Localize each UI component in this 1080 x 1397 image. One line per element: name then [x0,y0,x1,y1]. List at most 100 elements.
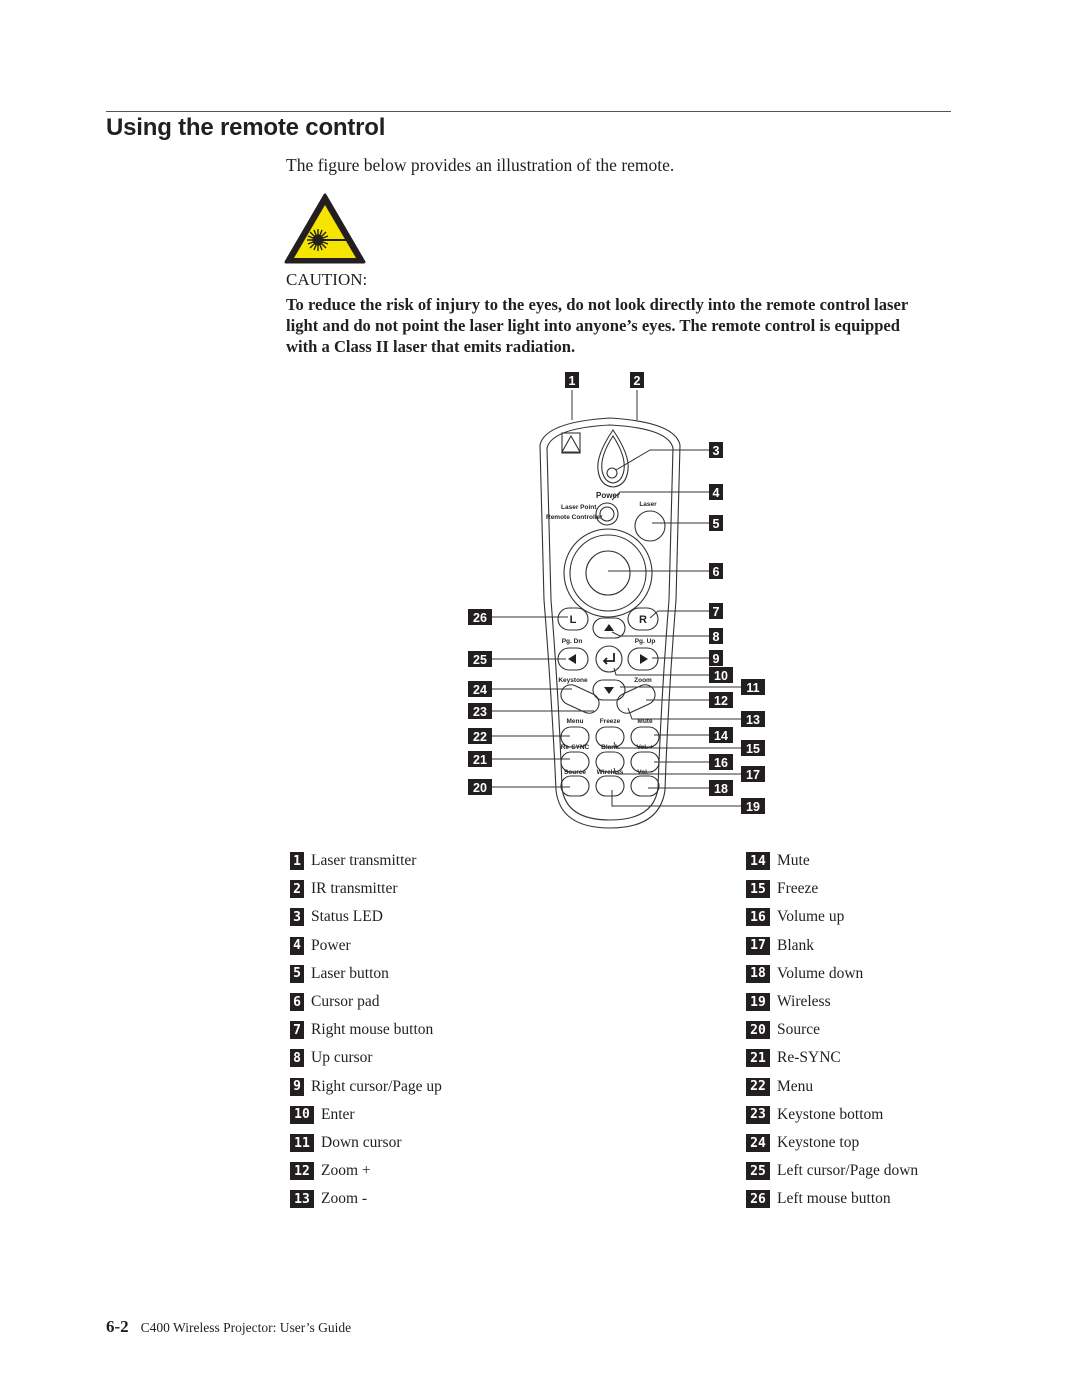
legend-label: Mute [777,852,810,869]
callout-number: 24 [473,683,487,697]
legend-number-badge: 3 [290,908,304,927]
legend-label: Power [311,936,351,954]
callout-number: 7 [713,605,720,619]
legend-number-badge: 25 [746,1162,770,1181]
legend-item: 25 Left cursor/Page down [746,1161,918,1181]
enter-button [595,645,623,673]
legend-item: 15 Freeze [746,879,818,899]
legend-item: 10 Enter [290,1105,355,1125]
page-number: 6-2 [106,1317,129,1336]
callout-number: 3 [713,444,720,458]
legend-item: 20 Source [746,1020,820,1040]
callout-number: 15 [746,742,760,756]
keystone-label: Keystone [558,677,588,684]
callout-number: 26 [473,611,487,625]
legend-label: Keystone bottom [777,1105,884,1123]
legend-number-badge: 7 [290,1021,304,1040]
document-title: C400 Wireless Projector: User’s Guide [140,1320,352,1335]
remote-controller-label: Remote Controller [546,514,603,521]
callout-number: 16 [714,756,728,770]
source-label: Source [564,769,586,776]
remote-control-figure: L R Power Laser Point Remote Controller … [468,372,765,829]
legend-label: Down cursor [321,1134,402,1151]
legend-label: Status LED [311,908,383,926]
menu-label: Menu [567,718,584,725]
legend-item: 9 Right cursor/Page up [290,1077,442,1097]
legend-number-badge: 18 [746,964,770,983]
callout-number: 2 [634,374,641,388]
legend-label: Right cursor/Page up [311,1077,442,1095]
legend-label: Laser button [311,964,389,982]
callout-number: 23 [473,705,487,719]
cursor-pad [563,528,653,618]
legend-number-badge: 21 [746,1049,770,1068]
callout-number: 18 [714,782,728,796]
freeze-label: Freeze [600,718,621,725]
legend-label: Cursor pad [311,993,380,1010]
legend-number-badge: 11 [290,1134,314,1152]
legend-item: 2 IR transmitter [290,879,398,899]
legend-number-badge: 24 [746,1134,770,1152]
legend-item: 1 Laser transmitter [290,851,416,871]
legend-number-badge: 5 [290,964,304,983]
legend-number-badge: 14 [746,852,770,870]
vol-down-label: Vol. - [637,769,652,776]
status-led [606,467,618,479]
zoom-label: Zoom [634,677,652,684]
legend-number-badge: 17 [746,936,770,955]
legend-item: 14 Mute [746,851,810,871]
legend-label: IR transmitter [311,880,398,898]
callout-leader-line [611,631,709,637]
up-arrow-icon [604,624,614,631]
callout-number: 5 [713,517,720,531]
callout-number: 21 [473,753,487,767]
legend-label: Enter [321,1105,355,1123]
legend-item: 23 Keystone bottom [746,1105,883,1125]
callout-leader-line [649,610,709,619]
legend-number-badge: 10 [290,1105,314,1124]
legend-label: Freeze [777,880,819,898]
legend-number-badge: 1 [290,852,304,870]
legend-item: 7 Right mouse button [290,1020,433,1040]
page-title: Using the remote control [106,114,386,141]
callout-leader-line [613,667,709,676]
legend-number-badge: 12 [290,1162,314,1181]
laser-button [634,510,666,542]
legend-number-badge: 26 [746,1190,770,1209]
left-arrow-icon [568,654,576,664]
legend-number-badge: 4 [290,936,304,955]
legend-label: Source [777,1021,821,1039]
legend-number-badge: 2 [290,880,304,899]
intro-text: The figure below provides an illustratio… [286,155,675,175]
callout-number: 11 [746,681,759,695]
legend-number-badge: 20 [746,1021,770,1040]
callout-number: 20 [473,781,487,795]
legend-item: 21 Re-SYNC [746,1048,841,1068]
pg-up-label: Pg. Up [635,638,656,645]
legend-number-badge: 15 [746,880,770,899]
l-label: L [570,614,577,626]
right-arrow-icon [640,654,648,664]
callout-number: 25 [473,653,487,667]
legend-label: Left cursor/Page down [777,1162,919,1180]
enter-icon [602,653,615,665]
caution-text: To reduce the risk of injury to the eyes… [286,295,908,356]
legend-label: Wireless [777,993,831,1010]
callout-number: 1 [569,374,576,388]
laser-point-label: Laser Point [561,504,597,511]
source-button [560,775,590,797]
legend-item: 18 Volume down [746,964,863,984]
callout-number: 12 [714,694,728,708]
legend-label: Keystone top [777,1134,860,1151]
legend-item: 26 Left mouse button [746,1189,891,1209]
callout-number: 17 [746,768,760,782]
callout-leader-line [611,491,709,501]
down-arrow-icon [604,687,614,694]
resync-label: Re-SYNC [561,744,590,751]
laser-warning-icon [284,193,366,264]
wireless-label: Wireless [597,769,624,776]
callout-number: 19 [746,800,760,814]
legend-number-badge: 8 [290,1049,304,1068]
legend-number-badge: 13 [290,1190,314,1209]
legend-number-badge: 9 [290,1077,304,1096]
